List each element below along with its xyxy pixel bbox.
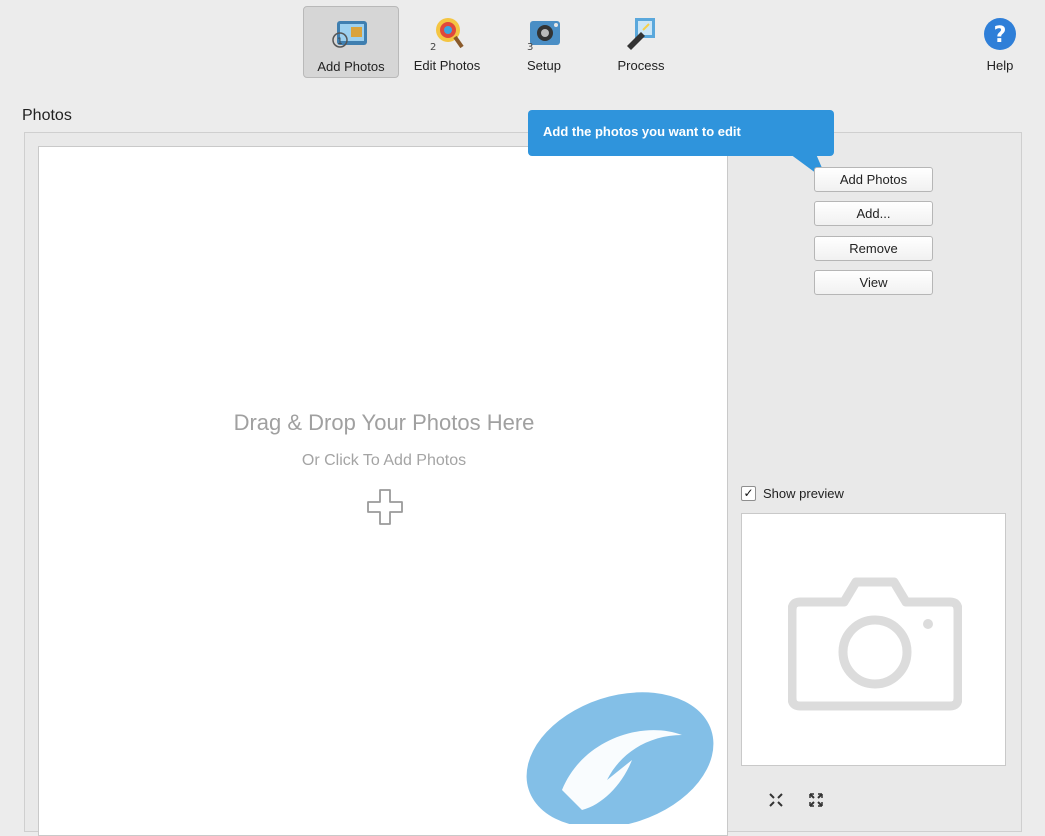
add-button[interactable]: Add... <box>814 201 933 226</box>
main-toolbar: 1 Add Photos 2 Edit Photos 3 Setup Proce… <box>0 0 1045 88</box>
toolbar-add-photos-label: Add Photos <box>317 59 385 74</box>
drop-zone-subtitle: Or Click To Add Photos <box>301 452 467 469</box>
add-photos-icon: 1 <box>331 17 371 53</box>
setup-icon: 3 <box>524 16 564 52</box>
toolbar-edit-photos-label: Edit Photos <box>413 58 481 73</box>
process-icon <box>621 16 661 52</box>
toolbar-help-label: Help <box>986 58 1014 73</box>
show-preview-label: Show preview <box>763 486 844 501</box>
help-icon: ? <box>980 16 1020 52</box>
drop-zone-title: Drag & Drop Your Photos Here <box>233 410 535 435</box>
collapse-icon[interactable] <box>768 792 784 808</box>
toolbar-process-label: Process <box>617 58 665 73</box>
preview-area <box>741 513 1006 766</box>
add-photos-tooltip: Add the photos you want to edit <box>528 110 834 156</box>
add-photos-button[interactable]: Add Photos <box>814 167 933 192</box>
expand-icon[interactable] <box>808 792 824 808</box>
toolbar-process-button[interactable]: Process <box>593 6 689 78</box>
toolbar-edit-photos-button[interactable]: 2 Edit Photos <box>399 6 495 78</box>
view-button[interactable]: View <box>814 270 933 295</box>
edit-photos-icon: 2 <box>427 16 467 52</box>
show-preview-checkbox[interactable]: ✓ Show preview <box>741 486 844 501</box>
svg-text:3: 3 <box>527 42 533 52</box>
svg-text:?: ? <box>994 23 1007 48</box>
toolbar-add-photos-button[interactable]: 1 Add Photos <box>303 6 399 78</box>
toolbar-help-button[interactable]: ? Help <box>952 6 1045 78</box>
remove-button[interactable]: Remove <box>814 236 933 261</box>
svg-text:2: 2 <box>430 42 436 52</box>
plus-icon <box>365 487 405 527</box>
camera-icon <box>787 572 963 712</box>
toolbar-setup-label: Setup <box>527 58 561 73</box>
show-preview-checkmark[interactable]: ✓ <box>741 486 756 501</box>
svg-text:1: 1 <box>337 37 343 47</box>
photos-section-title: Photos <box>22 107 72 124</box>
toolbar-setup-button[interactable]: 3 Setup <box>496 6 592 78</box>
watermark-logo <box>522 680 722 828</box>
